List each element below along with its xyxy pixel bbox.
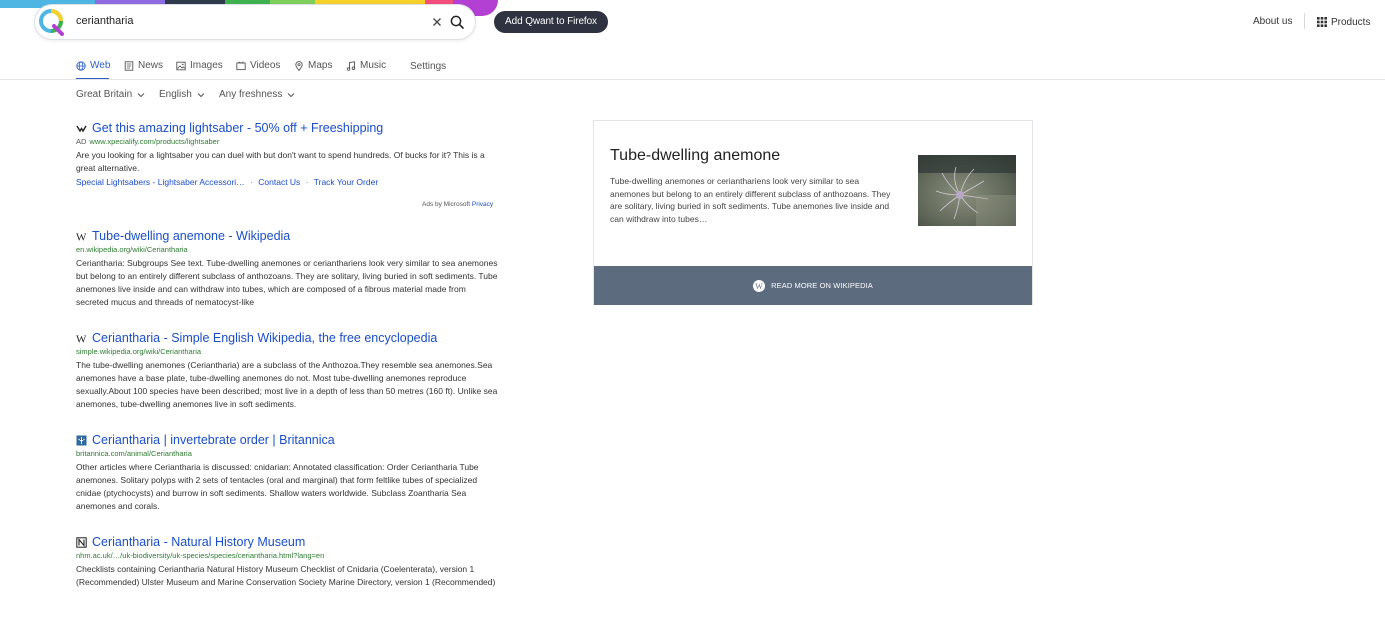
header-divider xyxy=(1304,13,1305,29)
freshness-filter-dropdown[interactable]: Any freshness xyxy=(219,89,295,100)
ad-sitelink[interactable]: Track Your Order xyxy=(314,177,378,187)
ads-by-notice: Ads by Microsoft Privacy xyxy=(422,201,493,208)
result-title-link[interactable]: Tube-dwelling anemone - Wikipedia xyxy=(92,229,290,243)
music-note-icon xyxy=(346,60,356,71)
ad-favicon-icon xyxy=(76,125,87,132)
result-url[interactable]: nhm.ac.uk/…/uk-biodiversity/uk-species/s… xyxy=(76,551,516,561)
privacy-link[interactable]: Privacy xyxy=(472,201,493,208)
search-result: W Tube-dwelling anemone - Wikipedia en.w… xyxy=(76,228,516,309)
chevron-down-icon xyxy=(137,92,145,97)
tab-maps[interactable]: Maps xyxy=(294,60,332,71)
result-description: Other articles where Ceriantharia is dis… xyxy=(76,462,479,511)
search-result: Ceriantharia | invertebrate order | Brit… xyxy=(76,432,516,513)
ads-by-label: Ads by Microsoft xyxy=(422,201,471,208)
result-description: Checklists containing Ceriantharia Natur… xyxy=(76,564,496,587)
result-title-link[interactable]: Ceriantharia - Simple English Wikipedia,… xyxy=(92,331,437,345)
sitelink-separator: · xyxy=(250,177,253,187)
anemone-photo[interactable] xyxy=(918,155,1016,226)
wikipedia-icon: W xyxy=(753,279,766,292)
search-box: ceriantharia xyxy=(34,4,476,40)
products-label: Products xyxy=(1331,16,1371,28)
tab-label: Images xyxy=(190,60,223,71)
tab-music[interactable]: Music xyxy=(346,60,386,71)
tab-settings[interactable]: Settings xyxy=(410,61,446,72)
britannica-icon xyxy=(76,435,87,445)
tab-images[interactable]: Images xyxy=(176,60,223,71)
map-pin-icon xyxy=(295,60,303,71)
about-us-link[interactable]: About us xyxy=(1253,16,1292,27)
qwant-logo-icon[interactable] xyxy=(37,7,67,37)
wikipedia-icon: W xyxy=(76,333,87,344)
clear-search-icon[interactable] xyxy=(430,15,444,29)
tab-label: News xyxy=(138,60,164,71)
result-description: Ceriantharia: Subgroups See text. Tube-d… xyxy=(76,258,498,307)
result-title-link[interactable]: Ceriantharia | invertebrate order | Brit… xyxy=(92,433,335,447)
grid-icon xyxy=(1317,17,1327,27)
tab-web[interactable]: Web xyxy=(76,60,110,71)
ad-sitelinks: Special Lightsabers - Lightsaber Accesso… xyxy=(76,177,516,187)
read-more-label: READ MORE ON WIKIPEDIA xyxy=(771,281,873,290)
knowledge-panel: Tube-dwelling anemone Tube-dwelling anem… xyxy=(593,120,1033,305)
result-description: The tube-dwelling anemones (Ceriantharia… xyxy=(76,360,498,409)
search-result: W Ceriantharia - Simple English Wikipedi… xyxy=(76,330,516,411)
region-filter-label: Great Britain xyxy=(76,89,133,100)
search-input[interactable]: ceriantharia xyxy=(76,15,133,27)
products-menu-button[interactable]: Products xyxy=(1317,15,1370,29)
ad-url[interactable]: www.xpecialify.com/products/lightsaber xyxy=(89,137,219,146)
tab-label: Videos xyxy=(250,60,281,71)
read-more-wikipedia-button[interactable]: W READ MORE ON WIKIPEDIA xyxy=(594,266,1032,305)
chevron-down-icon xyxy=(197,92,205,97)
language-filter-label: English xyxy=(159,89,192,100)
result-url[interactable]: en.wikipedia.org/wiki/Ceriantharia xyxy=(76,245,516,255)
result-url[interactable]: simple.wikipedia.org/wiki/Ceriantharia xyxy=(76,347,516,357)
tab-videos[interactable]: Videos xyxy=(236,60,280,71)
ad-sitelink[interactable]: Contact Us xyxy=(258,177,300,187)
image-icon xyxy=(176,61,186,70)
ad-badge: AD xyxy=(76,137,87,146)
knowledge-panel-title: Tube-dwelling anemone xyxy=(610,147,781,164)
ad-title-link[interactable]: Get this amazing lightsaber - 50% off + … xyxy=(92,121,383,135)
region-filter-dropdown[interactable]: Great Britain xyxy=(76,89,145,100)
freshness-filter-label: Any freshness xyxy=(219,89,283,100)
video-icon xyxy=(236,60,246,70)
chevron-down-icon xyxy=(288,92,295,97)
svg-text:W: W xyxy=(76,231,87,242)
tab-label: Web xyxy=(90,60,111,71)
tab-news[interactable]: News xyxy=(124,60,163,71)
tabs-divider xyxy=(0,79,1385,80)
result-url[interactable]: britannica.com/animal/Ceriantharia xyxy=(76,449,516,459)
tab-label: Settings xyxy=(410,61,447,72)
search-icon[interactable] xyxy=(449,14,465,30)
tab-label: Music xyxy=(360,60,387,71)
language-filter-dropdown[interactable]: English xyxy=(159,89,205,100)
svg-text:W: W xyxy=(76,333,87,344)
sitelink-separator: · xyxy=(305,177,309,187)
knowledge-panel-description: Tube-dwelling anemones or cerianthariens… xyxy=(610,176,891,224)
add-to-firefox-button[interactable]: Add Qwant to Firefox xyxy=(494,11,608,33)
globe-icon xyxy=(76,60,86,71)
newspaper-icon xyxy=(124,60,134,71)
wikipedia-icon: W xyxy=(76,231,87,242)
tab-label: Maps xyxy=(308,60,333,71)
ad-sitelink[interactable]: Special Lightsabers - Lightsaber Accesso… xyxy=(76,177,245,187)
result-title-link[interactable]: Ceriantharia - Natural History Museum xyxy=(92,535,305,549)
nhm-icon xyxy=(76,536,87,548)
search-result: Ceriantharia - Natural History Museum nh… xyxy=(76,534,516,589)
ad-description: Are you looking for a lightsaber you can… xyxy=(76,150,485,173)
ad-result: Get this amazing lightsaber - 50% off + … xyxy=(76,120,516,187)
svg-text:W: W xyxy=(755,282,763,291)
